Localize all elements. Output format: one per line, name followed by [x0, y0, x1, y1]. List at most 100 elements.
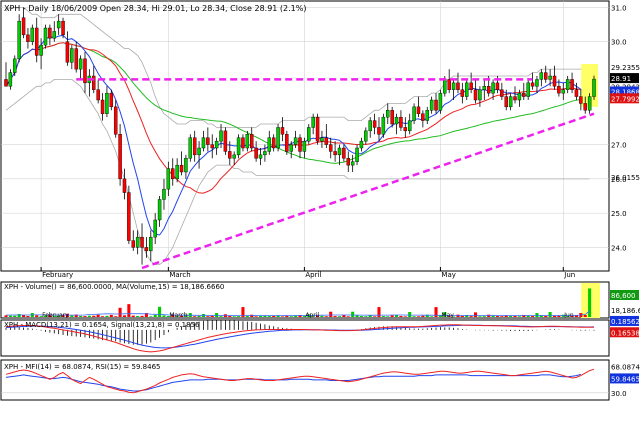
macd-panel-title: XPH - MACD(13,21) = 0.1654, Signal(13,21… — [4, 321, 200, 329]
price-panel-title: XPH - Daily 18/06/2009 Open 28.34, Hi 29… — [4, 4, 307, 13]
candle-body — [113, 106, 118, 135]
candle-body — [105, 92, 109, 114]
volume-bar — [228, 316, 232, 317]
rsi-label: 59.8465 — [611, 375, 640, 383]
candle-body — [478, 89, 482, 101]
volume-bar — [87, 315, 91, 317]
candle-body — [179, 164, 184, 173]
volume-bar — [285, 315, 289, 317]
candle-body — [140, 236, 144, 248]
volume-bar — [386, 316, 390, 317]
candle-body — [241, 137, 245, 149]
candle-body — [574, 89, 579, 97]
volume-x-tick-label: April — [305, 312, 319, 319]
volume-bar — [158, 306, 162, 317]
candle-body — [192, 137, 197, 156]
volume-x-tick-label: March — [169, 312, 187, 319]
volume-bar — [118, 307, 122, 317]
candle-body — [122, 178, 127, 193]
candle-body — [206, 137, 210, 145]
candle-body — [61, 20, 65, 36]
volume-bar — [245, 315, 249, 317]
price-y-tick-label: 27.0 — [611, 142, 627, 150]
candle-body — [394, 116, 399, 125]
candle-body — [144, 247, 149, 252]
volume-bar — [101, 316, 105, 317]
candle-body — [201, 137, 206, 149]
candle-body — [8, 72, 13, 87]
candle-body — [52, 31, 57, 39]
candle-body — [171, 168, 175, 180]
volume-bar — [162, 315, 166, 317]
volume-bar — [364, 316, 368, 317]
candle-body — [197, 147, 201, 156]
volume-bar — [517, 316, 521, 317]
volume-bar — [105, 315, 109, 317]
price-label: 26.0155 — [611, 174, 640, 182]
volume-bar — [206, 316, 210, 317]
volume-bar — [8, 315, 12, 317]
candle-body — [324, 137, 329, 145]
candle-body — [403, 127, 408, 132]
candle-body — [298, 137, 302, 152]
candle-body — [390, 110, 394, 125]
candle-body — [285, 134, 289, 152]
volume-bar — [114, 316, 118, 317]
candle-body — [184, 158, 188, 173]
candle-body — [491, 82, 495, 94]
volume-x-tick-label: May — [441, 312, 454, 319]
volume-bar — [210, 315, 214, 317]
candle-body — [65, 41, 70, 63]
chart-canvas: XPH - Daily 18/06/2009 Open 28.34, Hi 29… — [0, 0, 640, 401]
macd-value-label: 0.165389 — [611, 329, 640, 337]
volume-bar — [320, 315, 324, 317]
candle-body — [127, 192, 131, 241]
volume-bar — [35, 315, 39, 317]
candle-body — [311, 116, 315, 128]
volume-bar — [324, 316, 328, 317]
candle-body — [315, 116, 320, 142]
candle-body — [552, 75, 557, 87]
volume-bar — [232, 316, 236, 317]
volume-bar — [140, 315, 144, 317]
candle-body — [271, 137, 276, 149]
candle-body — [83, 58, 87, 84]
volume-bar — [381, 316, 385, 317]
candle-body — [513, 96, 517, 101]
volume-bar — [149, 316, 153, 317]
volume-bar — [70, 315, 74, 317]
candle-body — [543, 72, 548, 80]
volume-bar — [267, 316, 271, 317]
candle-body — [43, 27, 48, 46]
volume-bar — [544, 315, 548, 317]
volume-bar — [500, 316, 504, 317]
candle-body — [188, 137, 193, 159]
volume-bar — [421, 315, 425, 317]
volume-bar — [535, 313, 539, 317]
volume-label: 86,600 — [611, 292, 636, 300]
volume-bar — [92, 315, 96, 317]
candle-body — [438, 92, 443, 111]
candle-body — [377, 127, 381, 135]
mfi-label: 68.0874 — [611, 363, 640, 371]
candle-body — [469, 82, 473, 90]
candle-body — [254, 147, 258, 159]
candle-body — [293, 137, 298, 145]
price-y-tick-label: 31.0 — [611, 4, 627, 12]
candle-body — [460, 89, 465, 97]
candle-body — [565, 79, 570, 90]
candle-body — [214, 140, 219, 149]
volume-bar — [583, 315, 587, 317]
volume-bar — [131, 315, 135, 317]
stock-chart: XPH - Daily 18/06/2009 Open 28.34, Hi 29… — [0, 0, 640, 444]
volume-bar — [403, 316, 407, 317]
candle-body — [381, 116, 386, 135]
candle-body — [245, 134, 250, 149]
candle-body — [412, 106, 416, 121]
volume-bar — [272, 315, 276, 317]
candle-body — [34, 27, 39, 56]
candle-body — [78, 58, 83, 70]
volume-bar — [254, 316, 258, 317]
mfi-rsi-panel-title: XPH - MFI(14) = 68.0874, RSI(15) = 59.84… — [4, 363, 160, 371]
candle-body — [429, 99, 434, 111]
